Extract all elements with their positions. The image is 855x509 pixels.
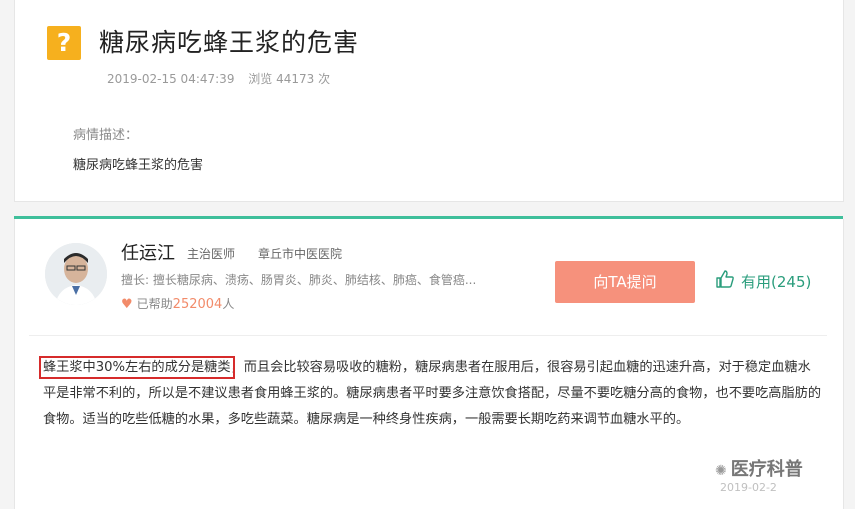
doctor-hospital: 章丘市中医医院: [258, 247, 343, 261]
watermark-text: 医疗科普: [730, 459, 803, 480]
answer-date: 2019-02-2: [720, 481, 777, 494]
question-title: 糖尿病吃蜂王浆的危害: [99, 28, 360, 57]
useful-label: 有用(245): [741, 273, 812, 291]
question-card: ? 糖尿病吃蜂王浆的危害 2019-02-15 04:47:39 浏览 4417…: [14, 0, 844, 202]
wechat-icon: ✺: [715, 463, 727, 479]
watermark: ✺ 医疗科普: [715, 455, 803, 481]
description-label: 病情描述：: [73, 128, 139, 143]
answer-text: 蜂王浆中30%左右的成分是糖类，而且会比较容易吸收的糖粉，糖尿病患者在服用后，很…: [39, 355, 823, 433]
question-meta: 2019-02-15 04:47:39 浏览 44173 次: [107, 70, 340, 87]
ask-doctor-button[interactable]: 向TA提问: [555, 261, 695, 303]
doctor-avatar[interactable]: [45, 243, 107, 305]
highlighted-phrase: 蜂王浆中30%左右的成分是糖类: [39, 356, 235, 379]
useful-button[interactable]: 有用(245): [715, 269, 811, 294]
helped-prefix: 已帮助: [136, 297, 173, 311]
question-views: 浏览 44173 次: [248, 72, 331, 86]
helped-suffix: 人: [222, 297, 235, 311]
doctor-title: 主治医师: [187, 247, 236, 261]
thumbs-up-icon: [715, 269, 735, 294]
question-datetime: 2019-02-15 04:47:39: [107, 72, 235, 86]
helped-count: ♥ 已帮助252004人: [121, 295, 234, 312]
answer-separator: [29, 335, 827, 336]
heart-icon: ♥: [121, 297, 133, 312]
helped-number: 252004: [172, 297, 223, 312]
question-icon: ?: [47, 26, 81, 60]
answer-card: 任运江 主治医师 章丘市中医医院 擅长: 擅长糖尿病、溃疡、肠胃炎、肺炎、肺结核…: [14, 219, 844, 509]
description-text: 糖尿病吃蜂王浆的危害: [73, 158, 204, 173]
doctor-name[interactable]: 任运江: [121, 239, 175, 265]
doctor-specialty: 擅长: 擅长糖尿病、溃疡、肠胃炎、肺炎、肺结核、肺癌、食管癌...: [121, 273, 477, 287]
